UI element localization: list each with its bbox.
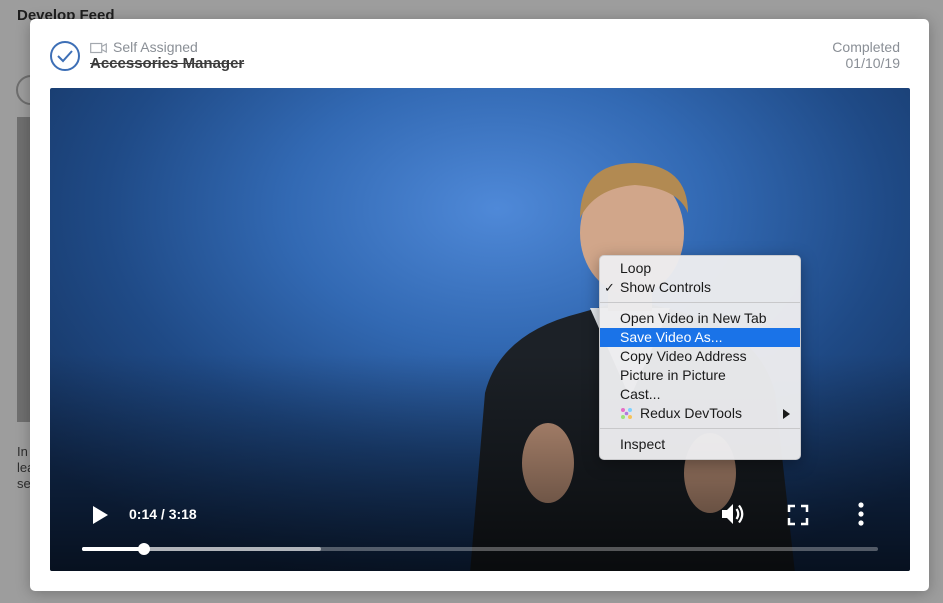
menu-item-save-video-as[interactable]: Save Video As... xyxy=(600,328,800,347)
menu-item-label: Open Video in New Tab xyxy=(620,310,767,326)
progress-scrubber-handle[interactable] xyxy=(138,543,151,555)
menu-item-label: Save Video As... xyxy=(620,329,723,345)
assignment-type: Self Assigned xyxy=(113,39,198,55)
completed-check-icon[interactable] xyxy=(50,41,80,71)
menu-item-label: Inspect xyxy=(620,436,666,452)
menu-item-copy-video-address[interactable]: Copy Video Address xyxy=(600,347,800,366)
status-date: 01/10/19 xyxy=(845,55,901,71)
background-snippet-line: lea xyxy=(17,460,31,475)
menu-separator xyxy=(600,428,800,429)
menu-item-picture-in-picture[interactable]: Picture in Picture xyxy=(600,366,800,385)
submenu-arrow-icon xyxy=(783,409,790,419)
background-card-image xyxy=(17,117,31,422)
menu-separator xyxy=(600,302,800,303)
menu-item-loop[interactable]: Loop xyxy=(600,259,800,278)
module-title: Accessories Manager xyxy=(90,55,245,72)
progress-bar[interactable] xyxy=(82,543,878,555)
menu-item-label: Cast... xyxy=(620,386,661,402)
redux-icon xyxy=(621,408,632,419)
menu-item-label: Redux DevTools xyxy=(640,405,742,421)
background-snippet-line: In xyxy=(17,444,28,459)
more-vertical-icon[interactable] xyxy=(856,501,866,527)
background-snippet: In lea se xyxy=(17,444,31,492)
status-label: Completed xyxy=(832,39,900,55)
checkmark-icon: ✓ xyxy=(604,280,615,295)
video-camera-icon xyxy=(90,42,107,54)
menu-item-inspect[interactable]: Inspect xyxy=(600,435,800,454)
fullscreen-icon[interactable] xyxy=(787,504,809,526)
progress-played xyxy=(82,547,145,551)
background-snippet-line: se xyxy=(17,476,31,491)
time-display: 0:14 / 3:18 xyxy=(129,506,197,522)
menu-item-label: Copy Video Address xyxy=(620,348,747,364)
menu-item-label: Picture in Picture xyxy=(620,367,726,383)
video-context-menu: Loop ✓ Show Controls Open Video in New T… xyxy=(599,255,801,460)
menu-item-redux-devtools[interactable]: Redux DevTools xyxy=(600,404,800,423)
menu-item-cast[interactable]: Cast... xyxy=(600,385,800,404)
menu-item-label: Show Controls xyxy=(620,279,712,295)
volume-icon[interactable] xyxy=(718,499,748,529)
play-icon[interactable] xyxy=(90,504,110,526)
menu-item-show-controls[interactable]: ✓ Show Controls xyxy=(600,278,800,297)
menu-item-open-video-new-tab[interactable]: Open Video in New Tab xyxy=(600,309,800,328)
menu-item-label: Loop xyxy=(620,260,652,276)
